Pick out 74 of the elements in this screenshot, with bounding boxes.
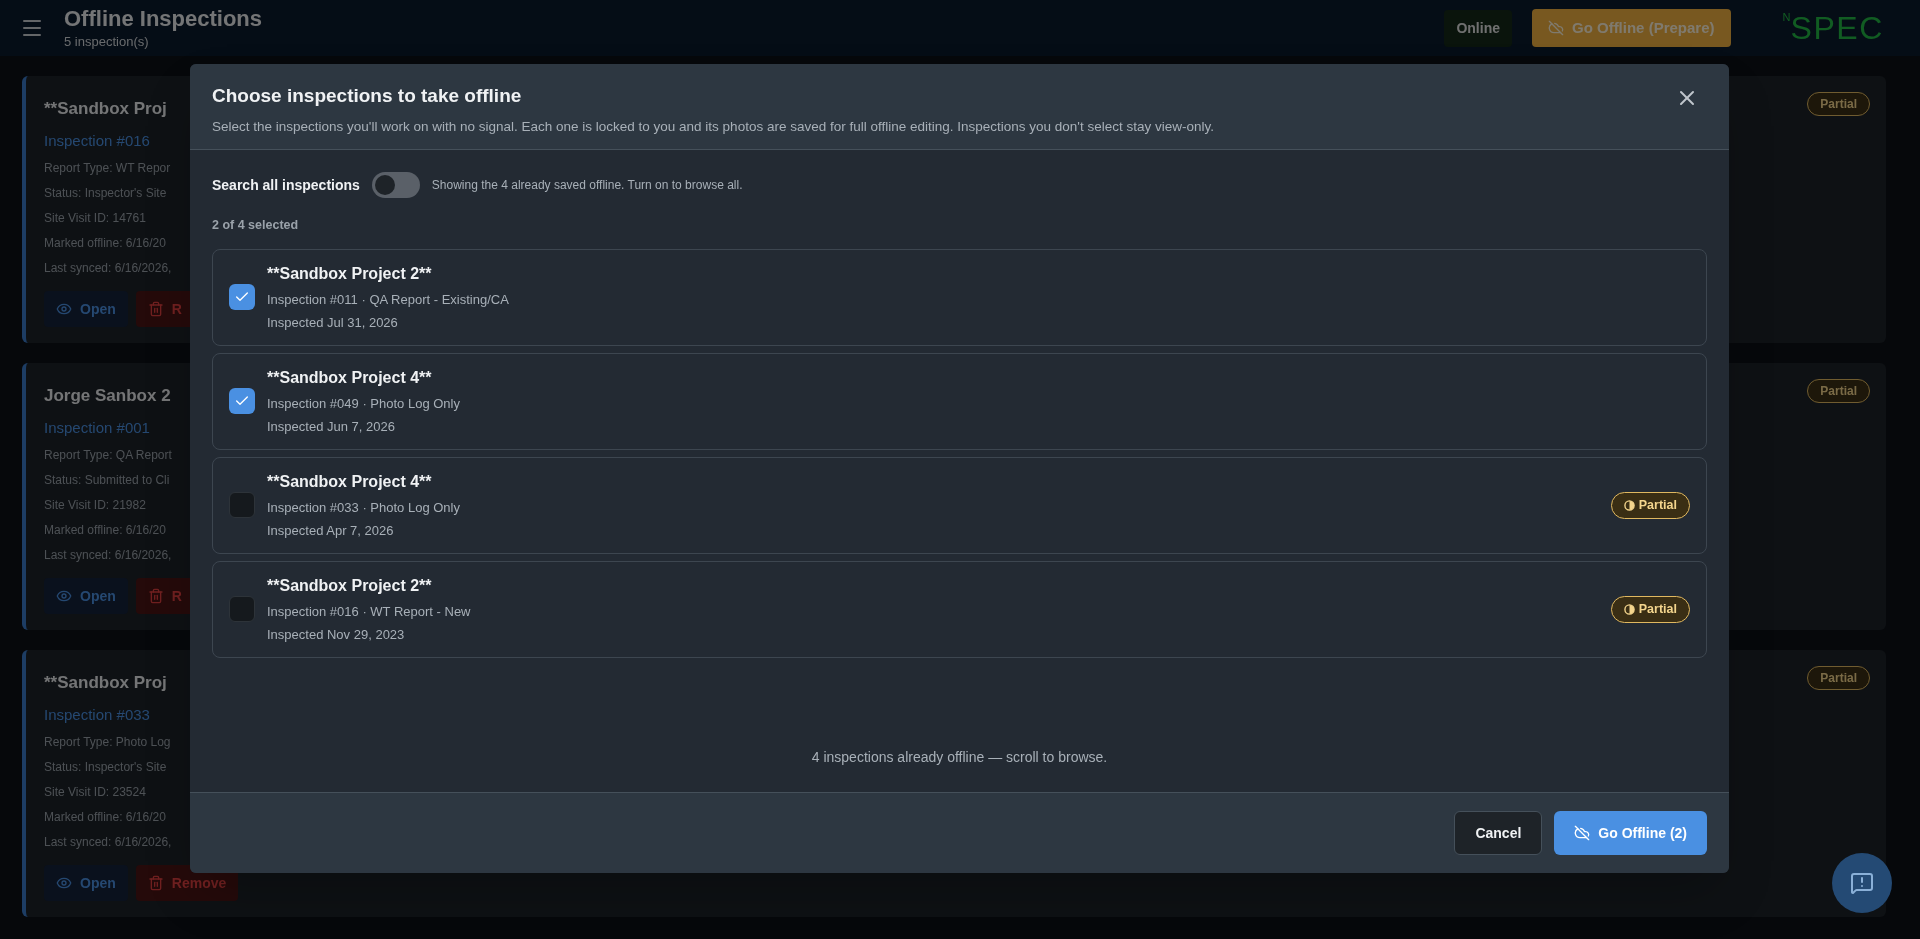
- cloud-off-icon: [1547, 20, 1564, 36]
- card-detail: Marked offline: 6/16/20: [44, 522, 166, 539]
- inspection-link[interactable]: Inspection #033: [44, 703, 150, 726]
- inspection-option[interactable]: **Sandbox Project 4** Inspection #049 · Photo Log Only Inspected Jun 7, 2026: [212, 352, 1707, 450]
- option-date: Inspected Nov 29, 2023: [267, 626, 405, 645]
- eye-icon: [56, 588, 72, 604]
- card-title: **Sandbox Proj: [44, 672, 167, 694]
- option-detail: Inspection #016 · WT Report - New: [267, 602, 471, 621]
- card-detail: Last synced: 6/16/2026,: [44, 834, 172, 851]
- half-circle-icon: [1623, 603, 1635, 615]
- modal-title: Choose inspections to take offline: [212, 84, 523, 108]
- option-title: **Sandbox Project 4**: [267, 367, 432, 388]
- inspection-option[interactable]: **Sandbox Project 2** Inspection #016 · WT Report - New Inspected Nov 29, 2023 Partial: [212, 560, 1707, 658]
- card-detail: Marked offline: 6/16/20: [44, 235, 166, 252]
- page-subtitle: 5 inspection(s): [64, 33, 150, 51]
- option-detail: Inspection #049 · Photo Log Only: [267, 394, 460, 413]
- option-title: **Sandbox Project 2**: [267, 263, 432, 284]
- card-detail: Report Type: QA Report: [44, 447, 172, 464]
- checkbox[interactable]: [229, 284, 255, 311]
- checkbox[interactable]: [229, 492, 255, 519]
- trash-icon: [147, 588, 164, 604]
- card-detail: Status: Inspector's Site: [44, 759, 167, 776]
- footer-note: 4 inspections already offline — scroll to browse.: [811, 748, 1108, 767]
- status-badge: Online: [1444, 9, 1512, 47]
- option-date: Inspected Jul 31, 2026: [267, 314, 398, 333]
- checkbox[interactable]: [229, 388, 255, 415]
- cancel-button[interactable]: Cancel: [1454, 811, 1543, 855]
- partial-badge: Partial: [1610, 595, 1690, 623]
- half-circle-icon: [1623, 499, 1635, 511]
- partial-badge: Partial: [1610, 491, 1690, 519]
- card-detail: Site Visit ID: 23524: [44, 784, 146, 801]
- inspection-option[interactable]: **Sandbox Project 2** Inspection #011 · QA Report - Existing/CA Inspected Jul 31, 2026: [212, 248, 1707, 346]
- option-title: **Sandbox Project 2**: [267, 575, 432, 596]
- page-title: Offline Inspections: [64, 4, 263, 32]
- go-offline-button[interactable]: Go Offline (2): [1554, 811, 1707, 855]
- feedback-icon: [1850, 871, 1874, 895]
- eye-icon: [56, 875, 72, 891]
- card-detail: Marked offline: 6/16/20: [44, 809, 166, 826]
- cloud-off-icon: [1574, 825, 1591, 841]
- option-date: Inspected Jun 7, 2026: [267, 418, 395, 437]
- prepare-offline-button[interactable]: Go Offline (Prepare): [1531, 8, 1731, 48]
- search-toggle[interactable]: [371, 172, 420, 198]
- option-detail: Inspection #033 · Photo Log Only: [267, 498, 460, 517]
- option-detail: Inspection #011 · QA Report - Existing/CA: [267, 290, 509, 309]
- trash-icon: [147, 875, 164, 891]
- partial-badge: Partial: [1807, 379, 1870, 403]
- card-title: **Sandbox Proj: [44, 98, 167, 120]
- open-button[interactable]: Open: [44, 291, 128, 327]
- remove-button[interactable]: Remove: [135, 865, 239, 901]
- modal-description: Select the inspections you'll work on with no signal. Each one is locked to you and its photos are saved for full offline editing. Inspections you don't select stay view-only.: [212, 117, 1215, 136]
- partial-badge: Partial: [1807, 666, 1870, 690]
- inspection-option[interactable]: **Sandbox Project 4** Inspection #033 · Photo Log Only Inspected Apr 7, 2026 Partial: [212, 456, 1707, 554]
- card-detail: Report Type: Photo Log: [44, 734, 171, 751]
- option-title: **Sandbox Project 4**: [267, 471, 432, 492]
- partial-badge: Partial: [1807, 92, 1870, 116]
- selected-count: 2 of 4 selected: [212, 217, 299, 234]
- card-detail: Site Visit ID: 21982: [44, 497, 146, 514]
- card-detail: Status: Submitted to Cli: [44, 472, 170, 489]
- card-detail: Site Visit ID: 14761: [44, 210, 146, 227]
- trash-icon: [147, 301, 164, 317]
- card-detail: Status: Inspector's Site: [44, 185, 167, 202]
- checkbox[interactable]: [229, 596, 255, 623]
- inspection-link[interactable]: Inspection #001: [44, 416, 150, 439]
- toggle-hint: Showing the 4 already saved offline. Turn on to browse all.: [431, 177, 743, 194]
- eye-icon: [56, 301, 72, 317]
- option-date: Inspected Apr 7, 2026: [267, 522, 394, 541]
- inspection-link[interactable]: Inspection #016: [44, 129, 150, 152]
- card-detail: Last synced: 6/16/2026,: [44, 260, 172, 277]
- open-button[interactable]: Open: [44, 865, 128, 901]
- card-detail: Report Type: WT Repor: [44, 160, 171, 177]
- toggle-label: Search all inspections: [212, 175, 360, 195]
- open-button[interactable]: Open: [44, 578, 128, 614]
- card-title: Jorge Sanbox 2: [44, 385, 171, 407]
- card-detail: Last synced: 6/16/2026,: [44, 547, 172, 564]
